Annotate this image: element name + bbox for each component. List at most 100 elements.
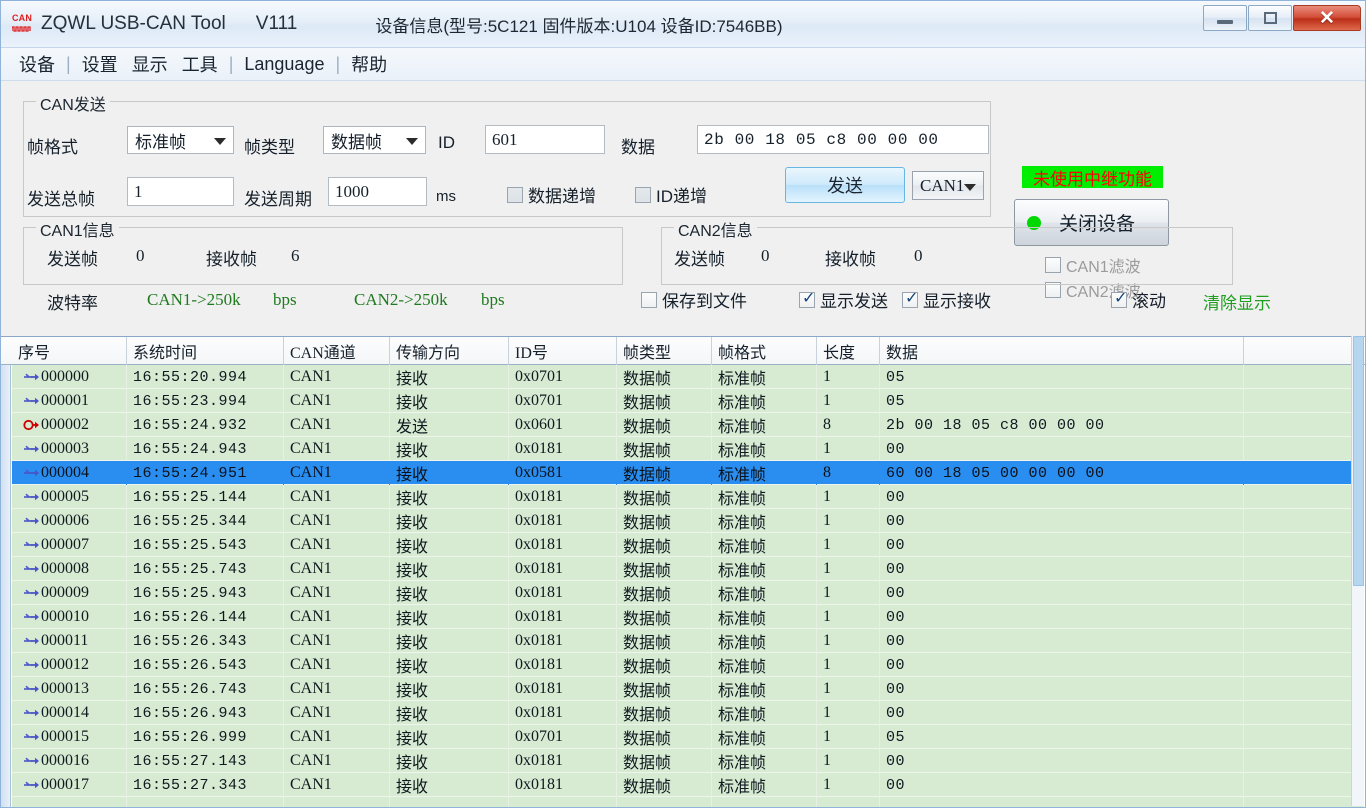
scroll-checkbox[interactable]: ✓ 滚动 [1111, 287, 1166, 312]
frame-format-select[interactable]: 标准帧 [127, 126, 234, 154]
table-row[interactable]: 000002 16:55:24.932 CAN1 发送 0x0601 数据帧 标准帧 8 2b … [12, 413, 1365, 437]
rx-arrow-icon [23, 629, 41, 653]
cell-time: 16:55:27.143 [127, 749, 284, 773]
send-button[interactable]: 发送 [785, 167, 905, 203]
can1-rx-label: 接收帧 [206, 250, 257, 269]
cell-empty [127, 797, 284, 807]
cell-len: 1 [817, 725, 880, 749]
show-rx-checkbox[interactable]: ✓ 显示接收 [902, 287, 991, 312]
send-period-input[interactable]: 1000 [328, 177, 427, 206]
minimize-icon [1217, 19, 1233, 24]
cell-ftype: 数据帧 [617, 413, 712, 437]
cell-len: 1 [817, 701, 880, 725]
column-header-len[interactable]: 长度 [817, 337, 880, 365]
column-header-ftype[interactable]: 帧类型 [617, 337, 712, 365]
cell-id: 0x0181 [509, 749, 617, 773]
can2-rx-value: 0 [914, 246, 923, 265]
column-header-id[interactable]: ID号 [509, 337, 617, 365]
cell-dir: 接收 [390, 773, 509, 797]
cell-data: 60 00 18 05 00 00 00 00 [880, 461, 1244, 485]
table-row[interactable]: 000004 16:55:24.951 CAN1 接收 0x0581 数据帧 标准帧 8 60 … [12, 461, 1365, 485]
table-row[interactable]: 000006 16:55:25.344 CAN1 接收 0x0181 数据帧 标准帧 1 00 [12, 509, 1365, 533]
data-increment-checkbox[interactable]: 数据递增 [507, 182, 596, 207]
table-row[interactable]: 000003 16:55:24.943 CAN1 接收 0x0181 数据帧 标准帧 1 00 [12, 437, 1365, 461]
table-row[interactable]: 000016 16:55:27.143 CAN1 接收 0x0181 数据帧 标准帧 1 00 [12, 749, 1365, 773]
show-tx-checkbox[interactable]: ✓ 显示发送 [799, 287, 888, 312]
menu-item-device[interactable]: 设备 [12, 51, 62, 77]
id-input[interactable]: 601 [485, 125, 605, 154]
table-row[interactable]: 000015 16:55:26.999 CAN1 接收 0x0701 数据帧 标准帧 1 05 [12, 725, 1365, 749]
cell-len: 8 [817, 461, 880, 485]
table-row[interactable]: 000012 16:55:26.543 CAN1 接收 0x0181 数据帧 标准帧 1 00 [12, 653, 1365, 677]
menu-separator-1: | [66, 53, 71, 74]
column-header-chan[interactable]: CAN通道 [284, 337, 390, 365]
save-to-file-checkbox[interactable]: 保存到文件 [641, 287, 747, 312]
cell-time: 16:55:25.743 [127, 557, 284, 581]
maximize-icon [1263, 12, 1277, 24]
table-row[interactable]: 000008 16:55:25.743 CAN1 接收 0x0181 数据帧 标准帧 1 00 [12, 557, 1365, 581]
cell-id: 0x0181 [509, 677, 617, 701]
cell-id: 0x0701 [509, 389, 617, 413]
column-header-seq[interactable]: 序号 [12, 337, 127, 365]
cell-ftype: 数据帧 [617, 701, 712, 725]
total-frames-input[interactable]: 1 [127, 177, 234, 206]
rx-arrow-icon [23, 653, 41, 677]
column-header-extra[interactable] [1244, 337, 1364, 365]
clear-display-button[interactable]: 清除显示 [1203, 289, 1271, 314]
sequence-number: 000007 [41, 536, 89, 553]
table-row[interactable]: 000011 16:55:26.343 CAN1 接收 0x0181 数据帧 标准帧 1 00 [12, 629, 1365, 653]
cell-len: 1 [817, 485, 880, 509]
cell-time: 16:55:27.343 [127, 773, 284, 797]
cell-seq: 000008 [12, 557, 127, 581]
table-row[interactable]: 000000 16:55:20.994 CAN1 接收 0x0701 数据帧 标准帧 1 05 [12, 365, 1365, 389]
minimize-button[interactable] [1203, 5, 1247, 31]
menu-item-settings[interactable]: 设置 [75, 51, 125, 77]
cell-dir: 接收 [390, 725, 509, 749]
table-row[interactable]: 000001 16:55:23.994 CAN1 接收 0x0701 数据帧 标准帧 1 05 [12, 389, 1365, 413]
cell-time: 16:55:20.994 [127, 365, 284, 389]
cell-chan: CAN1 [284, 605, 390, 629]
table-row[interactable]: 000009 16:55:25.943 CAN1 接收 0x0181 数据帧 标准帧 1 00 [12, 581, 1365, 605]
can2-info-legend: CAN2信息 [674, 217, 757, 241]
cell-len: 1 [817, 605, 880, 629]
cell-id: 0x0181 [509, 653, 617, 677]
cell-id: 0x0181 [509, 485, 617, 509]
cell-fmt: 标准帧 [712, 677, 817, 701]
cell-fmt: 标准帧 [712, 533, 817, 557]
cell-chan: CAN1 [284, 413, 390, 437]
can1-baud-value: CAN1->250k [147, 290, 241, 309]
table-row[interactable]: 000005 16:55:25.144 CAN1 接收 0x0181 数据帧 标准帧 1 00 [12, 485, 1365, 509]
row-tail [1364, 725, 1365, 749]
frame-type-select[interactable]: 数据帧 [323, 126, 426, 154]
menu-item-help[interactable]: 帮助 [344, 51, 394, 77]
column-header-fmt[interactable]: 帧格式 [712, 337, 817, 365]
send-channel-select[interactable]: CAN1 [912, 171, 984, 200]
can2-tx-label: 发送帧 [674, 250, 725, 269]
id-label: ID [438, 133, 455, 152]
cell-len: 1 [817, 653, 880, 677]
column-header-dir[interactable]: 传输方向 [390, 337, 509, 365]
scrollbar-thumb[interactable] [1353, 336, 1364, 586]
table-row[interactable]: 000010 16:55:26.144 CAN1 接收 0x0181 数据帧 标准帧 1 00 [12, 605, 1365, 629]
cell-chan: CAN1 [284, 701, 390, 725]
column-header-data[interactable]: 数据 [880, 337, 1244, 365]
table-vertical-scrollbar[interactable] [1351, 336, 1364, 806]
menu-item-language[interactable]: Language [237, 54, 331, 75]
close-button[interactable]: ✕ [1293, 5, 1361, 31]
column-header-time[interactable]: 系统时间 [127, 337, 284, 365]
cell-fmt: 标准帧 [712, 557, 817, 581]
cell-chan: CAN1 [284, 509, 390, 533]
cell-fmt: 标准帧 [712, 389, 817, 413]
maximize-button[interactable] [1248, 5, 1292, 31]
table-row[interactable]: 000014 16:55:26.943 CAN1 接收 0x0181 数据帧 标准帧 1 00 [12, 701, 1365, 725]
table-row[interactable]: 000007 16:55:25.543 CAN1 接收 0x0181 数据帧 标准帧 1 00 [12, 533, 1365, 557]
rx-arrow-icon [23, 533, 41, 557]
id-increment-checkbox[interactable]: ID递增 [635, 182, 707, 207]
menu-item-display[interactable]: 显示 [125, 51, 175, 77]
rx-arrow-icon [23, 437, 41, 461]
cell-data: 05 [880, 365, 1244, 389]
data-input[interactable]: 2b 00 18 05 c8 00 00 00 [697, 125, 989, 154]
menu-item-tools[interactable]: 工具 [175, 51, 225, 77]
table-row[interactable]: 000013 16:55:26.743 CAN1 接收 0x0181 数据帧 标准帧 1 00 [12, 677, 1365, 701]
table-row[interactable]: 000017 16:55:27.343 CAN1 接收 0x0181 数据帧 标准帧 1 00 [12, 773, 1365, 797]
